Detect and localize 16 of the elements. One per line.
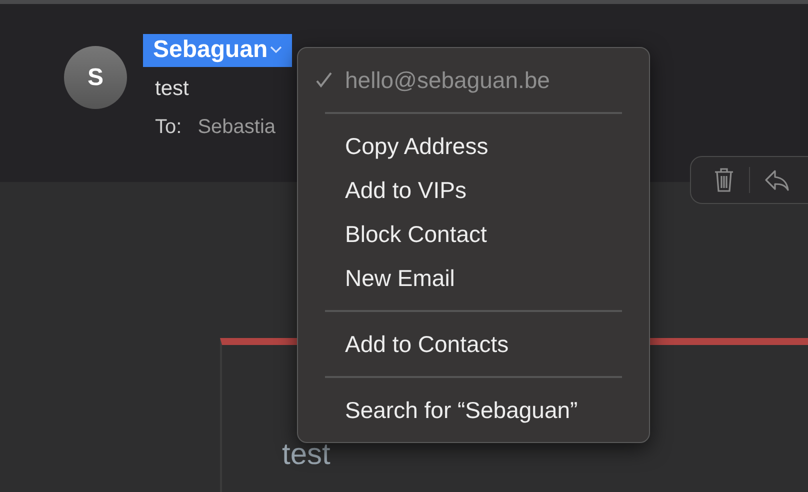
to-label: To: — [154, 115, 182, 140]
menu-item[interactable]: Add to VIPs — [298, 168, 649, 212]
menu-item[interactable]: Copy Address — [298, 124, 649, 168]
chevron-icon — [270, 46, 282, 54]
avatar: S — [64, 46, 127, 109]
menu-item[interactable]: Search for “Sebaguan” — [298, 388, 649, 432]
menu-item[interactable]: Block Contact — [298, 212, 649, 256]
reply-button[interactable] — [764, 168, 790, 192]
subject: test — [155, 76, 190, 102]
menu-item[interactable]: Add to Contacts — [298, 322, 649, 366]
body-text: test — [282, 440, 330, 470]
trash-button[interactable] — [713, 167, 735, 193]
recipient: Sebastia — [198, 115, 276, 140]
menu-item[interactable]: New Email — [298, 256, 649, 300]
sender-button[interactable]: Sebaguan — [143, 34, 292, 67]
checkmark-icon — [315, 71, 333, 89]
